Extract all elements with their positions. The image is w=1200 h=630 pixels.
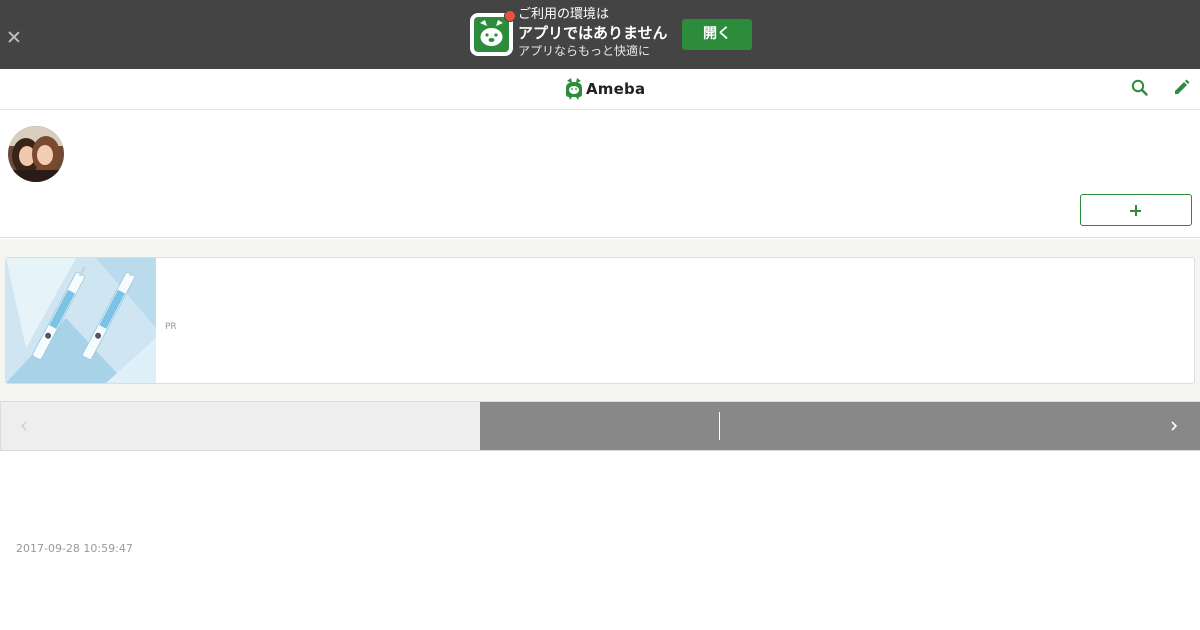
avatar[interactable] xyxy=(8,126,64,182)
banner-line2: アプリではありません xyxy=(518,24,668,42)
open-app-button[interactable]: 開く xyxy=(682,19,752,50)
ameba-mascot-icon xyxy=(566,78,582,100)
search-icon[interactable] xyxy=(1130,78,1150,98)
notification-dot xyxy=(504,10,516,22)
blog-profile xyxy=(0,110,1200,238)
ad-image xyxy=(6,258,156,383)
banner-line3: アプリならもっと快適に xyxy=(518,44,651,58)
pencil-icon[interactable] xyxy=(1171,78,1191,98)
pager-divider xyxy=(719,412,720,440)
follow-button[interactable] xyxy=(1080,194,1192,226)
ameba-logo[interactable]: Ameba xyxy=(565,77,645,101)
site-header: Ameba xyxy=(0,69,1200,110)
prev-entry-button[interactable] xyxy=(0,402,480,450)
chevron-left-icon xyxy=(21,421,27,431)
chevron-right-icon xyxy=(1171,421,1178,431)
logo-text: Ameba xyxy=(586,80,646,98)
entry-timestamp: 2017-09-28 10:59:47 xyxy=(16,542,133,555)
pr-ad-card[interactable]: PR xyxy=(5,257,1195,384)
banner-text: ご利用の環境は アプリではありません アプリならもっと快適に xyxy=(518,6,668,60)
next-entry-button[interactable] xyxy=(480,402,1200,450)
app-banner: ご利用の環境は アプリではありません アプリならもっと快適に 開く xyxy=(0,0,1200,69)
pr-label: PR xyxy=(165,322,177,332)
close-icon[interactable] xyxy=(5,28,23,46)
banner-line1: ご利用の環境は xyxy=(518,7,610,22)
entry-pager xyxy=(0,401,1200,451)
